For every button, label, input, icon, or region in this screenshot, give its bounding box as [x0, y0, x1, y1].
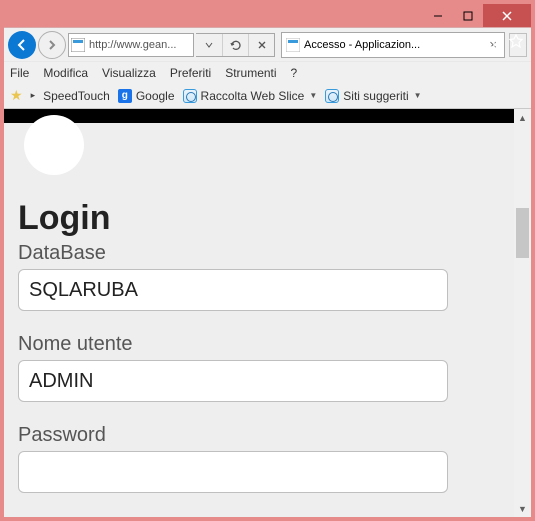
login-heading: Login	[18, 199, 500, 238]
chrome-right-icons	[481, 32, 525, 50]
bookmarks-bar: ★ ▸ SpeedTouch g Google Raccolta Web Sli…	[4, 83, 531, 109]
bookmark-label: SpeedTouch	[43, 89, 110, 103]
header-strip	[4, 109, 514, 123]
browser-window: http://www.gean... Accesso - Applicazion…	[4, 4, 531, 517]
forward-button[interactable]	[38, 31, 66, 59]
login-form: Login DataBase Nome utente Password	[4, 175, 514, 493]
bookmark-label: Google	[136, 89, 175, 103]
username-label: Nome utente	[18, 333, 500, 356]
ie-icon	[183, 89, 197, 103]
site-icon	[71, 38, 85, 52]
tab-favicon	[286, 38, 300, 52]
add-favorite-icon[interactable]: ★	[10, 87, 23, 104]
menu-strumenti[interactable]: Strumenti	[225, 66, 276, 80]
menu-bar: File Modifica Visualizza Preferiti Strum…	[4, 61, 531, 83]
vertical-scrollbar[interactable]: ▲ ▼	[514, 109, 531, 517]
home-icon[interactable]	[481, 32, 499, 50]
content-area: Login DataBase Nome utente Password ▲ ▼	[4, 109, 531, 517]
database-input[interactable]	[18, 269, 448, 311]
menu-preferiti[interactable]: Preferiti	[170, 66, 211, 80]
menu-modifica[interactable]: Modifica	[43, 66, 88, 80]
scroll-track[interactable]	[514, 126, 531, 500]
bookmark-speedtouch[interactable]: SpeedTouch	[43, 89, 110, 103]
chevron-down-icon[interactable]	[196, 34, 222, 56]
logo-circle	[24, 115, 84, 175]
password-label: Password	[18, 424, 500, 447]
refresh-button[interactable]	[222, 34, 248, 56]
address-bar-buttons	[196, 33, 275, 57]
close-button[interactable]	[483, 4, 531, 27]
chevron-right-icon[interactable]: ▸	[31, 90, 36, 101]
username-input[interactable]	[18, 360, 448, 402]
bookmark-siti[interactable]: Siti suggeriti ▼	[325, 89, 421, 103]
bookmark-label: Raccolta Web Slice	[201, 89, 305, 103]
title-bar	[4, 4, 531, 27]
address-bar[interactable]: http://www.gean...	[68, 33, 194, 57]
browser-tab[interactable]: Accesso - Applicazion... ×	[281, 32, 505, 58]
scroll-up-button[interactable]: ▲	[514, 109, 531, 126]
database-label: DataBase	[18, 242, 500, 265]
chevron-down-icon: ▼	[414, 91, 422, 100]
favorites-icon[interactable]	[507, 32, 525, 50]
menu-help[interactable]: ?	[291, 66, 298, 80]
menu-visualizza[interactable]: Visualizza	[102, 66, 156, 80]
page-body: Login DataBase Nome utente Password	[4, 109, 514, 517]
bookmark-raccolta[interactable]: Raccolta Web Slice ▼	[183, 89, 318, 103]
password-input[interactable]	[18, 451, 448, 493]
url-text: http://www.gean...	[89, 39, 176, 51]
chevron-down-icon: ▼	[309, 91, 317, 100]
ie-icon	[325, 89, 339, 103]
maximize-button[interactable]	[453, 6, 483, 26]
menu-file[interactable]: File	[10, 66, 29, 80]
back-button[interactable]	[8, 31, 36, 59]
google-icon: g	[118, 89, 132, 103]
minimize-button[interactable]	[423, 6, 453, 26]
nav-bar: http://www.gean... Accesso - Applicazion…	[4, 27, 531, 61]
scroll-down-button[interactable]: ▼	[514, 500, 531, 517]
stop-button[interactable]	[248, 34, 274, 56]
scroll-thumb[interactable]	[516, 208, 529, 258]
bookmark-label: Siti suggeriti	[343, 89, 408, 103]
tab-title: Accesso - Applicazion...	[304, 39, 486, 51]
bookmark-google[interactable]: g Google	[118, 89, 175, 103]
